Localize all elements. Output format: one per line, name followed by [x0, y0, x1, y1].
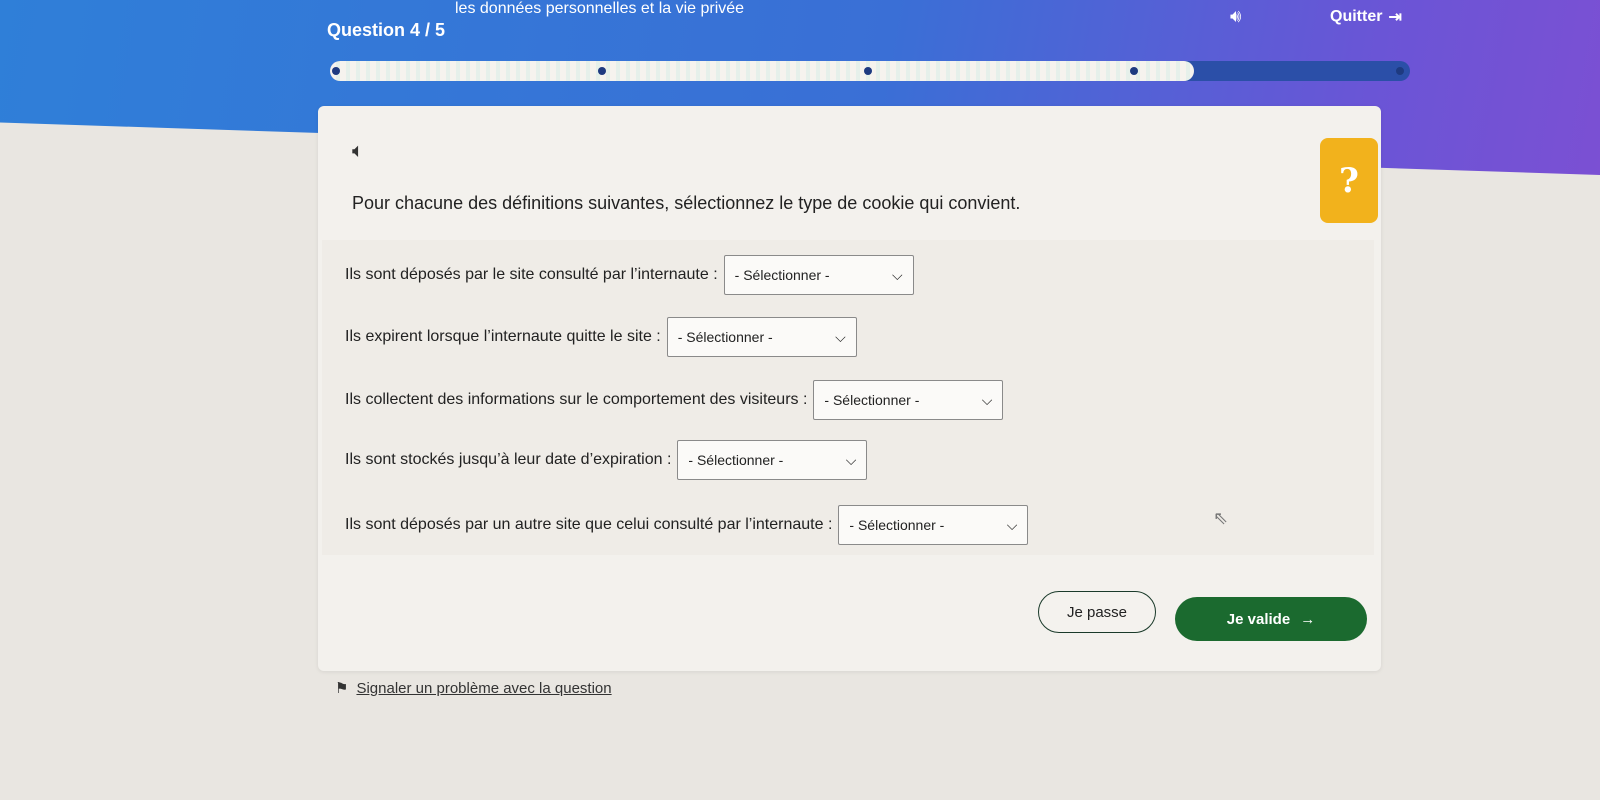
report-label: Signaler un problème avec la question	[356, 679, 612, 697]
chevron-down-icon: ⌵	[1006, 516, 1018, 533]
chevron-down-icon: ⌵	[835, 328, 846, 345]
help-button[interactable]: ?	[1320, 138, 1378, 223]
progress-bar	[330, 55, 1410, 87]
select-value: - Sélectionner -	[677, 329, 773, 345]
progress-step-5	[1396, 67, 1404, 75]
read-aloud-icon[interactable]: 🔈︎	[352, 140, 364, 163]
question-counter: Question 4 / 5	[327, 20, 446, 40]
question-text: Ils collectent des informations sur le c…	[345, 391, 808, 408]
question-instruction: Pour chacune des définitions suivantes, …	[352, 193, 1021, 213]
mouse-cursor-icon: ⇖	[1213, 508, 1229, 528]
question-row-1: Ils sont déposés par le site consulté pa…	[345, 255, 914, 295]
select-value: - Sélectionner -	[688, 452, 784, 468]
progress-step-2	[598, 67, 606, 75]
question-text: Ils sont déposés par un autre site que c…	[345, 516, 833, 533]
question-text: Ils sont stockés jusqu’à leur date d’exp…	[345, 451, 672, 468]
chevron-down-icon: ⌵	[845, 451, 857, 468]
select-value: - Sélectionner -	[824, 392, 920, 408]
chevron-down-icon: ⌵	[892, 266, 903, 283]
flag-icon: ⚑	[335, 680, 349, 697]
question-text: Ils sont déposés par le site consulté pa…	[345, 266, 718, 283]
question-row-5: Ils sont déposés par un autre site que c…	[345, 505, 1029, 545]
select-value: - Sélectionner -	[849, 517, 945, 533]
cookie-type-select[interactable]: - Sélectionner - ⌵	[666, 317, 857, 357]
validate-button[interactable]: Je valide →	[1175, 597, 1367, 641]
progress-step-4	[1130, 67, 1138, 75]
cookie-type-select[interactable]: - Sélectionner - ⌵	[677, 440, 868, 480]
progress-step-1	[332, 67, 340, 75]
arrow-right-icon: →	[1300, 610, 1316, 628]
select-value: - Sélectionner -	[734, 267, 830, 283]
skip-button[interactable]: Je passe	[1038, 591, 1156, 633]
progress-step-3	[864, 67, 872, 75]
report-problem-link[interactable]: ⚑ Signaler un problème avec la question	[335, 679, 612, 698]
question-row-2: Ils expirent lorsque l’internaute quitte…	[345, 317, 857, 357]
question-row-3: Ils collectent des informations sur le c…	[345, 380, 1004, 420]
cookie-type-select[interactable]: - Sélectionner - ⌵	[813, 380, 1004, 420]
validate-label: Je valide	[1226, 610, 1291, 628]
cookie-type-select[interactable]: - Sélectionner - ⌵	[838, 505, 1029, 545]
chevron-down-icon: ⌵	[981, 391, 993, 408]
question-row-4: Ils sont stockés jusqu’à leur date d’exp…	[345, 440, 868, 480]
speaker-icon[interactable]: 🔊︎	[1230, 6, 1241, 27]
topic-title: les données personnelles et la vie privé…	[455, 0, 745, 17]
exit-icon: ⇥	[1388, 9, 1402, 26]
quit-button[interactable]: Quitter ⇥	[1330, 7, 1402, 27]
quit-label: Quitter	[1330, 8, 1383, 25]
progress-fill	[330, 61, 1194, 81]
cookie-type-select[interactable]: - Sélectionner - ⌵	[723, 255, 914, 295]
question-text: Ils expirent lorsque l’internaute quitte…	[345, 328, 661, 345]
